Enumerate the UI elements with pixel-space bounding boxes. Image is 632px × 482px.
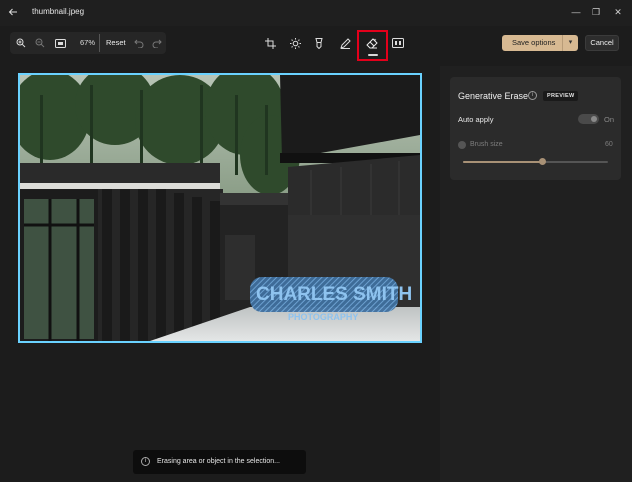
auto-apply-state: On xyxy=(604,115,615,124)
watermark-subtext: PHOTOGRAPHY xyxy=(288,312,358,322)
window-title: thumbnail.jpeg xyxy=(32,7,85,16)
close-button[interactable]: ✕ xyxy=(609,4,627,20)
zoom-controls: 67% Reset xyxy=(10,32,166,54)
brush-size-value: 60 xyxy=(605,141,613,148)
slider-fill xyxy=(463,161,543,163)
toast-message: Erasing area or object in the selection.… xyxy=(157,458,280,465)
zoom-in-icon[interactable] xyxy=(13,35,29,51)
toolbar: 67% Reset Save options ▾ Cancel xyxy=(0,26,632,66)
panel-title: Generative Erase xyxy=(458,91,529,101)
erase-icon[interactable] xyxy=(362,33,382,53)
auto-apply-label: Auto apply xyxy=(458,115,494,124)
chevron-down-icon[interactable]: ▾ xyxy=(562,35,578,51)
toolbar-divider xyxy=(99,34,100,52)
brush-size-label: Brush size xyxy=(470,141,503,148)
zoom-out-icon[interactable] xyxy=(32,35,48,51)
save-options-button[interactable]: Save options ▾ xyxy=(502,35,578,51)
toggle-knob xyxy=(591,116,597,122)
photo-image: CHARLES SMITH PHOTOGRAPHY xyxy=(20,75,420,341)
info-icon: i xyxy=(141,457,150,466)
watermark-text: CHARLES SMITH xyxy=(256,284,412,305)
photo-selection[interactable]: CHARLES SMITH PHOTOGRAPHY xyxy=(18,73,422,343)
zoom-level[interactable]: 67% xyxy=(80,38,95,47)
auto-apply-toggle[interactable] xyxy=(578,114,599,124)
back-button[interactable] xyxy=(5,5,21,21)
filter-icon[interactable] xyxy=(309,33,329,53)
minimize-button[interactable]: — xyxy=(567,4,585,20)
slider-thumb[interactable] xyxy=(539,158,547,165)
info-icon[interactable]: i xyxy=(528,91,537,100)
fit-to-window-icon[interactable] xyxy=(52,35,68,51)
brush-size-slider[interactable] xyxy=(463,158,608,165)
save-options-label: Save options xyxy=(512,38,556,47)
back-arrow-icon xyxy=(8,8,17,16)
crop-icon[interactable] xyxy=(260,33,280,53)
generative-erase-card: Generative Erase i PREVIEW Auto apply On… xyxy=(450,77,621,180)
active-tool-indicator xyxy=(368,54,378,56)
redo-icon[interactable] xyxy=(149,35,165,51)
reset-button[interactable]: Reset xyxy=(106,38,126,47)
brush-icon xyxy=(458,141,466,149)
undo-icon[interactable] xyxy=(131,35,147,51)
preview-badge: PREVIEW xyxy=(543,91,579,101)
cancel-button[interactable]: Cancel xyxy=(585,35,619,51)
adjust-brightness-icon[interactable] xyxy=(285,33,305,53)
markup-icon[interactable] xyxy=(335,33,355,53)
title-bar: thumbnail.jpeg — ❐ ✕ xyxy=(0,0,632,26)
maximize-button[interactable]: ❐ xyxy=(587,4,605,20)
background-icon[interactable] xyxy=(388,33,408,53)
status-toast: i Erasing area or object in the selectio… xyxy=(133,450,306,474)
